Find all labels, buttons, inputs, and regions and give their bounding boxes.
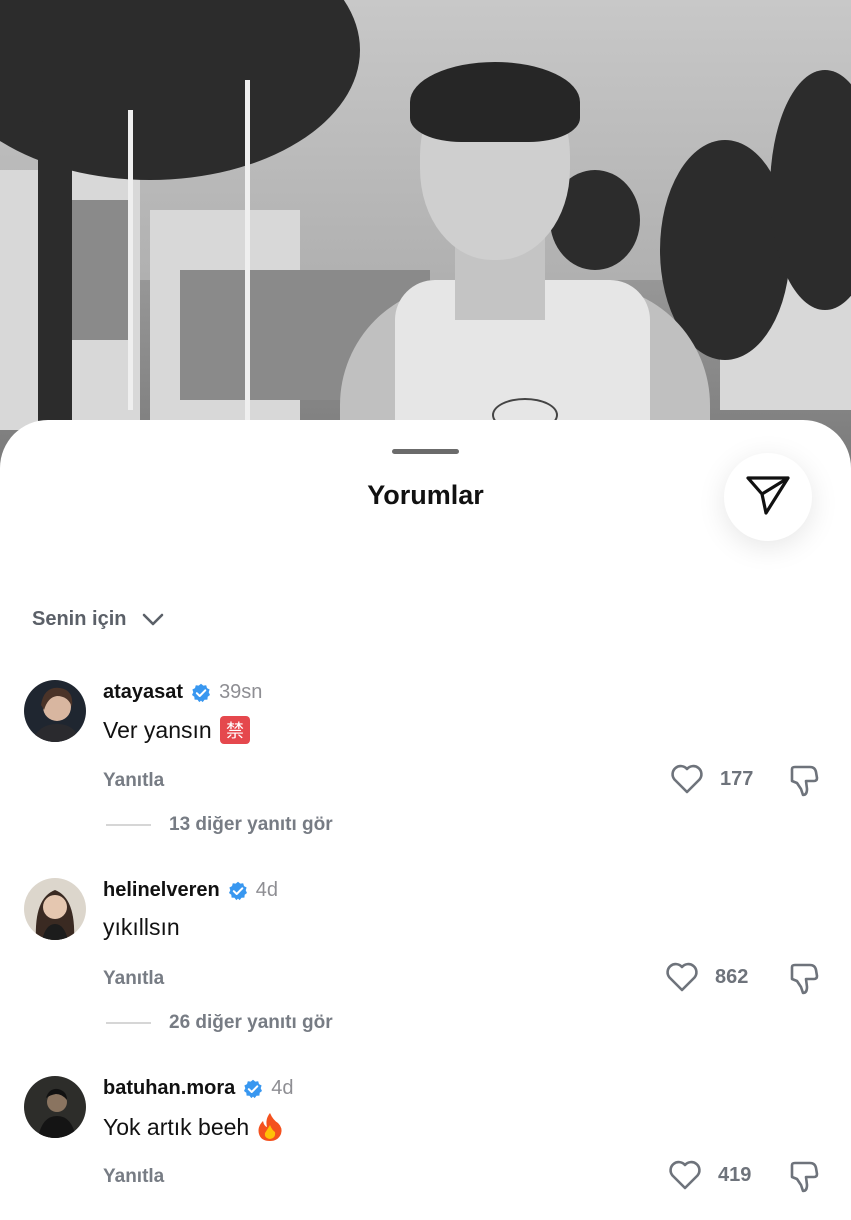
like-count: 419	[718, 1163, 752, 1186]
like-button[interactable]: 177	[670, 764, 753, 794]
thumbs-down-icon	[790, 765, 819, 797]
photo-mast-2	[128, 110, 133, 410]
reply-button[interactable]: Yanıtla	[103, 770, 164, 792]
view-more-replies[interactable]: 13 diğer yanıtı gör	[106, 814, 333, 836]
avatar[interactable]	[24, 878, 86, 940]
heart-icon	[665, 962, 699, 992]
photo-building-left-windows	[70, 200, 130, 340]
comment-text: Ver yansın 禁	[103, 716, 250, 744]
view-more-replies-label: 13 diğer yanıtı gör	[169, 814, 333, 835]
chevron-down-icon	[142, 613, 164, 627]
comments-sheet: Yorumlar Senin için atayasat 39sn Ver ya…	[0, 420, 851, 1220]
comment-timestamp: 4d	[271, 1077, 294, 1099]
reply-button[interactable]: Yanıtla	[103, 1166, 164, 1188]
avatar[interactable]	[24, 1076, 86, 1138]
replies-divider-line	[106, 824, 151, 826]
like-count: 862	[715, 965, 749, 988]
prohibited-emoji-icon: 禁	[219, 716, 250, 744]
dislike-button[interactable]	[788, 1160, 820, 1194]
comment-username[interactable]: batuhan.mora	[103, 1077, 235, 1100]
view-more-replies[interactable]: 26 diğer yanıtı gör	[106, 1012, 333, 1034]
thumbs-down-icon	[790, 963, 819, 995]
dislike-button[interactable]	[788, 764, 820, 798]
view-more-replies-label: 26 diğer yanıtı gör	[169, 1012, 333, 1033]
comment-meta: atayasat 39sn	[103, 681, 262, 704]
dislike-button[interactable]	[788, 962, 820, 996]
sort-filter-dropdown[interactable]: Senin için	[32, 608, 164, 631]
svg-text:禁: 禁	[226, 721, 244, 742]
comment-timestamp: 39sn	[219, 681, 263, 703]
thumbs-down-icon	[790, 1161, 819, 1193]
comment-timestamp: 4d	[255, 879, 278, 901]
comment-username[interactable]: atayasat	[103, 681, 183, 704]
heart-icon	[670, 764, 704, 794]
like-button[interactable]: 862	[665, 962, 748, 992]
comment-body: Yok artık beeh	[103, 1113, 250, 1140]
comment-text: Yok artık beeh	[103, 1112, 283, 1142]
share-button[interactable]	[724, 453, 812, 541]
comment-username[interactable]: helinelveren	[103, 879, 220, 902]
fire-emoji-icon	[257, 1112, 283, 1142]
avatar[interactable]	[24, 680, 86, 742]
photo-mast-1	[245, 80, 250, 430]
sort-filter-label: Senin için	[32, 608, 127, 630]
paper-plane-icon	[745, 474, 791, 521]
post-photo-background	[0, 0, 851, 470]
sheet-grabber[interactable]	[392, 449, 459, 454]
photo-person-hair	[410, 62, 580, 142]
reply-button[interactable]: Yanıtla	[103, 968, 164, 990]
like-button[interactable]: 419	[668, 1160, 751, 1190]
replies-divider-line	[106, 1022, 151, 1024]
verified-badge-icon	[191, 683, 211, 703]
comment-meta: helinelveren 4d	[103, 879, 278, 902]
verified-badge-icon	[243, 1079, 263, 1099]
heart-icon	[668, 1160, 702, 1190]
comment-body: yıkıllsın	[103, 914, 180, 940]
comment-meta: batuhan.mora 4d	[103, 1077, 294, 1100]
like-count: 177	[720, 767, 754, 790]
photo-tree-trunk	[38, 120, 72, 430]
comment-text: yıkıllsın	[103, 914, 180, 941]
verified-badge-icon	[228, 881, 248, 901]
comment-body: Ver yansın	[103, 716, 212, 743]
